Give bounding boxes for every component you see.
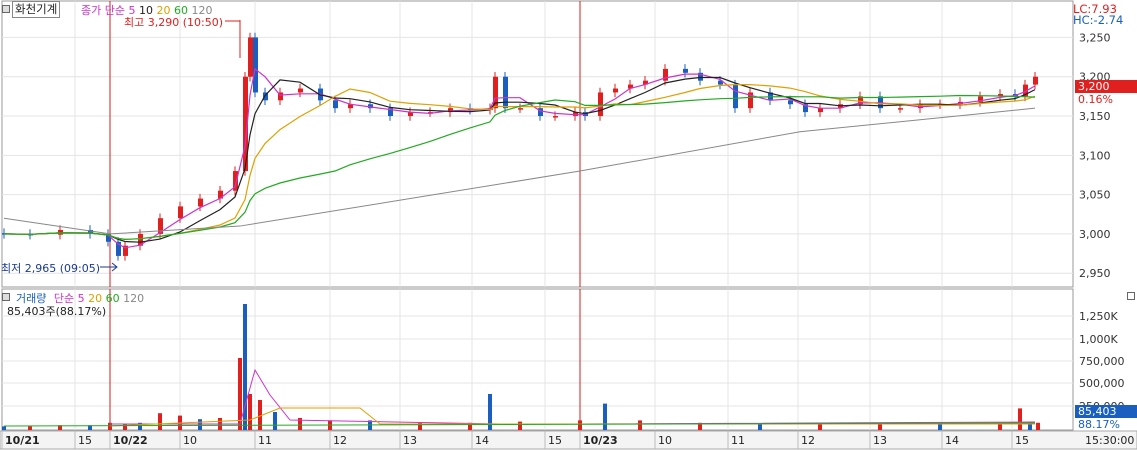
volume-bar: [248, 394, 252, 430]
candle-body: [598, 92, 603, 117]
x-tick-label: 15: [1015, 434, 1029, 447]
x-tick-label: 10: [658, 434, 672, 447]
volume-bar: [878, 424, 882, 430]
volume-bar: [198, 419, 202, 430]
current-volume-tag: 85,403: [1075, 405, 1137, 418]
candle-body: [298, 88, 303, 93]
x-tick-label: 11: [258, 434, 272, 447]
current-volume-pct: 88.17%: [1078, 418, 1120, 431]
volume-info: 85,403주(88.17%): [7, 305, 107, 318]
candle-body: [518, 108, 523, 110]
vol-ma-120-label: 120: [123, 292, 145, 305]
price-y-tick-label: 3,150: [1079, 110, 1111, 123]
price-volume-chart-svg[interactable]: 10/21 15 10/22 10 11 12 13 14 15 10/23 10 11 12 13 14 1…: [0, 0, 1137, 450]
candle-body: [613, 88, 618, 93]
price-y-tick-label: 3,050: [1079, 189, 1111, 202]
hc-label: HC:-2.74: [1073, 13, 1124, 27]
volume-bar: [758, 424, 762, 430]
volume-bar: [818, 424, 822, 430]
candle-body: [1033, 76, 1038, 85]
x-tick-label: 14: [475, 434, 489, 447]
price-y-tick-label: 3,100: [1079, 149, 1111, 162]
volume-y-tick-label: 1,000K: [1079, 333, 1118, 346]
x-tick-label: 13: [873, 434, 887, 447]
x-tick-label: 11: [731, 434, 745, 447]
volume-bar: [518, 421, 522, 430]
volume-bar: [603, 403, 607, 430]
x-tick-label: 10/23: [583, 434, 618, 447]
x-tick-label: 15: [548, 434, 562, 447]
price-legend-label: 종가 단순: [81, 4, 125, 17]
stock-name-box[interactable]: 화천기계: [12, 1, 61, 18]
time-axis-bar: [0, 430, 1137, 450]
volume-bar: [1036, 422, 1040, 430]
candle-body: [178, 206, 183, 219]
candle-body: [878, 96, 883, 109]
x-tick-label: 10/21: [5, 434, 40, 447]
volume-settings-icon[interactable]: [2, 293, 10, 301]
candle-body: [733, 84, 738, 109]
x-tick-label: 10: [183, 434, 197, 447]
volume-bar: [158, 413, 162, 430]
stock-chart[interactable]: 10/21 15 10/22 10 11 12 13 14 15 10/23 10 11 12 13 14 1…: [0, 0, 1137, 450]
volume-bar: [2, 426, 6, 430]
time-label: 15:30:00: [1085, 434, 1135, 447]
low-price-label: 최저 2,965 (09:05): [1, 262, 101, 275]
volume-bar: [578, 420, 582, 430]
candle-body: [683, 68, 688, 73]
x-tick-label: 12: [801, 434, 815, 447]
volume-y-tick-label: 500,000: [1079, 377, 1125, 390]
price-y-tick-label: 3,000: [1079, 228, 1111, 241]
candle-body: [898, 108, 903, 110]
x-tick-label: 15: [78, 434, 92, 447]
price-y-tick-label: 3,250: [1079, 31, 1111, 44]
volume-bar: [638, 420, 642, 430]
candle-body: [248, 37, 253, 77]
price-panel-frame: [1, 0, 1074, 288]
volume-bar: [28, 426, 32, 430]
current-price-tag: 3,200: [1075, 80, 1137, 93]
candle-body: [198, 198, 203, 207]
candle-body: [553, 116, 558, 118]
volume-panel-frame: [1, 288, 1074, 431]
x-tick-label: 10/22: [113, 434, 148, 447]
current-pct: 0.16%: [1078, 93, 1113, 106]
volume-bar: [1018, 408, 1022, 430]
volume-panel-close-icon[interactable]: [1127, 292, 1135, 300]
price-y-tick-label: 2,950: [1079, 267, 1111, 280]
x-tick-label: 13: [403, 434, 417, 447]
vol-ma-60-label: 60: [105, 292, 120, 305]
x-tick-label: 12: [333, 434, 347, 447]
volume-y-tick-label: 1,250K: [1079, 310, 1118, 323]
stock-name: 화천기계: [15, 2, 58, 16]
volume-bar: [998, 424, 1002, 430]
volume-y-tick-label: 750,000: [1079, 355, 1125, 368]
settings-icon[interactable]: [2, 5, 10, 13]
current-price: 3,200: [1078, 80, 1110, 93]
volume-bar: [273, 412, 277, 430]
candle-body: [788, 100, 793, 105]
candle-body: [503, 76, 508, 109]
x-tick-label: 14: [945, 434, 959, 447]
candle-body: [253, 37, 258, 93]
candle-body: [333, 100, 338, 109]
current-volume: 85,403: [1078, 405, 1117, 418]
high-price-label: 최고 3,290 (10:50): [124, 16, 224, 29]
